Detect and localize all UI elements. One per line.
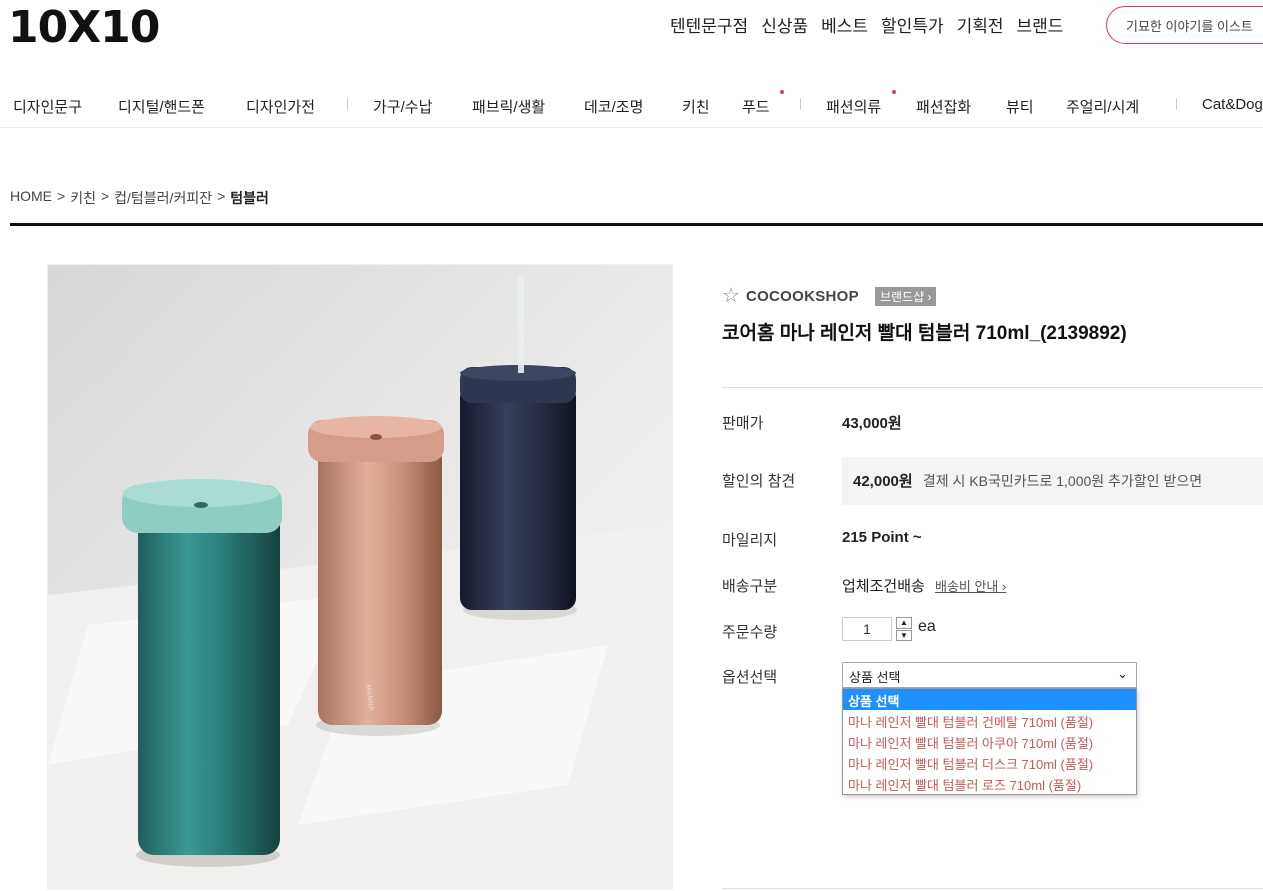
quantity-label: 주문수량 [722,624,778,641]
breadcrumb-item[interactable]: HOME [10,188,52,208]
brand-name[interactable]: COCOOKSHOP [746,288,859,305]
info-divider [722,387,1263,388]
category-divider [800,98,801,110]
category-divider [347,98,348,110]
category-item[interactable]: Cat&Dog [1202,96,1263,113]
top-menu-item[interactable]: 신상품 [761,12,808,37]
option-item[interactable]: 마나 레인저 빨대 텀블러 더스크 710ml (품절) [843,752,1136,773]
shipping-label: 배송구분 [722,578,778,595]
quantity-unit: ea [918,618,936,635]
discount-label: 할인의 참견 [722,473,796,490]
product-image[interactable]: MANNA [47,264,673,890]
breadcrumb-rule [10,223,1263,226]
new-dot-icon [892,90,896,94]
category-item[interactable]: 데코/조명 [584,96,643,117]
top-menu-item[interactable]: 텐텐문구점 [670,12,748,37]
breadcrumb-separator: > [217,188,226,204]
mileage-label: 마일리지 [722,532,778,549]
price-value: 43,000원 [842,415,902,432]
brand-shop-button[interactable]: 브랜드샵 › [874,286,937,306]
category-item[interactable]: 패션잡화 [916,96,971,117]
breadcrumb-separator: > [100,188,110,204]
shipping-info-link[interactable]: 배송비 안내 › [935,579,1006,594]
breadcrumb-current: 텀블러 [230,190,269,206]
discount-box: 42,000원 결제 시 KB국민카드로 1,000원 추가할인 받으면 [842,457,1263,505]
category-item[interactable]: 디자인가전 [246,96,315,117]
quantity-up-icon[interactable]: ▲ [896,617,912,629]
discount-note: 결제 시 KB국민카드로 1,000원 추가할인 받으면 [922,473,1203,489]
option-label: 옵션선택 [722,669,778,686]
shipping-value: 업체조건배송 [842,578,925,595]
shipping-row: 업체조건배송 배송비 안내 › [842,575,1006,596]
option-select[interactable]: 상품 선택 ⌄ [842,662,1137,688]
quantity-stepper: ▲ ▼ [896,617,912,641]
mileage-value: 215 Point ~ [842,529,922,546]
category-item[interactable]: 키친 [682,96,710,117]
product-title: 코어홈 마나 레인저 빨대 텀블러 710ml_(2139892) [722,323,1127,344]
top-menu-item[interactable]: 베스트 [821,12,868,37]
chevron-down-icon: ⌄ [1117,666,1128,681]
new-dot-icon [780,90,784,94]
category-divider [1176,98,1177,110]
category-item[interactable]: 패브릭/생활 [472,96,545,117]
star-icon[interactable]: ☆ [722,286,740,306]
top-menu-item[interactable]: 할인특가 [881,12,944,37]
option-selected-value: 상품 선택 [849,670,901,685]
top-menu: 텐텐문구점 신상품 베스트 할인특가 기획전 브랜드 [670,12,1063,37]
option-item[interactable]: 마나 레인저 빨대 텀블러 로즈 710ml (품절) [843,773,1136,794]
category-item[interactable]: 패션의류 [826,96,881,117]
category-nav: 디자인문구 디지털/핸드폰 디자인가전 가구/수납 패브릭/생활 데코/조명 키… [0,88,1263,128]
breadcrumb-separator: > [57,188,66,204]
info-divider-bottom [722,888,1263,889]
option-item[interactable]: 상품 선택 [843,689,1136,710]
category-item[interactable]: 디지털/핸드폰 [118,96,205,117]
site-logo[interactable]: 10X10 [8,6,160,50]
top-menu-item[interactable]: 브랜드 [1017,12,1064,37]
option-item[interactable]: 마나 레인저 빨대 텀블러 건메탈 710ml (품절) [843,710,1136,731]
quantity-input[interactable] [842,617,892,641]
brand-row: ☆ COCOOKSHOP 브랜드샵 › [722,286,937,306]
category-item[interactable]: 주얼리/시계 [1066,96,1139,117]
option-item[interactable]: 마나 레인저 빨대 텀블러 아쿠아 710ml (품절) [843,731,1136,752]
price-label: 판매가 [722,415,764,432]
option-dropdown: 상품 선택 마나 레인저 빨대 텀블러 건메탈 710ml (품절) 마나 레인… [842,688,1137,795]
category-item[interactable]: 푸드 [742,96,770,117]
quantity-down-icon[interactable]: ▼ [896,629,912,641]
breadcrumb: HOME > 키친 > 컵/텀블러/커피잔 > 텀블러 [10,188,269,208]
breadcrumb-item[interactable]: 컵/텀블러/커피잔 [114,188,212,208]
tumbler-illustration: MANNA [48,265,672,889]
search-input[interactable]: 기묘한 이야기를 이스트 [1106,6,1263,44]
category-item[interactable]: 가구/수납 [373,96,432,117]
top-menu-item[interactable]: 기획전 [957,12,1004,37]
discount-price: 42,000원 [853,473,913,490]
breadcrumb-item[interactable]: 키친 [70,188,96,208]
category-item[interactable]: 디자인문구 [13,96,82,117]
category-item[interactable]: 뷰티 [1006,96,1034,117]
